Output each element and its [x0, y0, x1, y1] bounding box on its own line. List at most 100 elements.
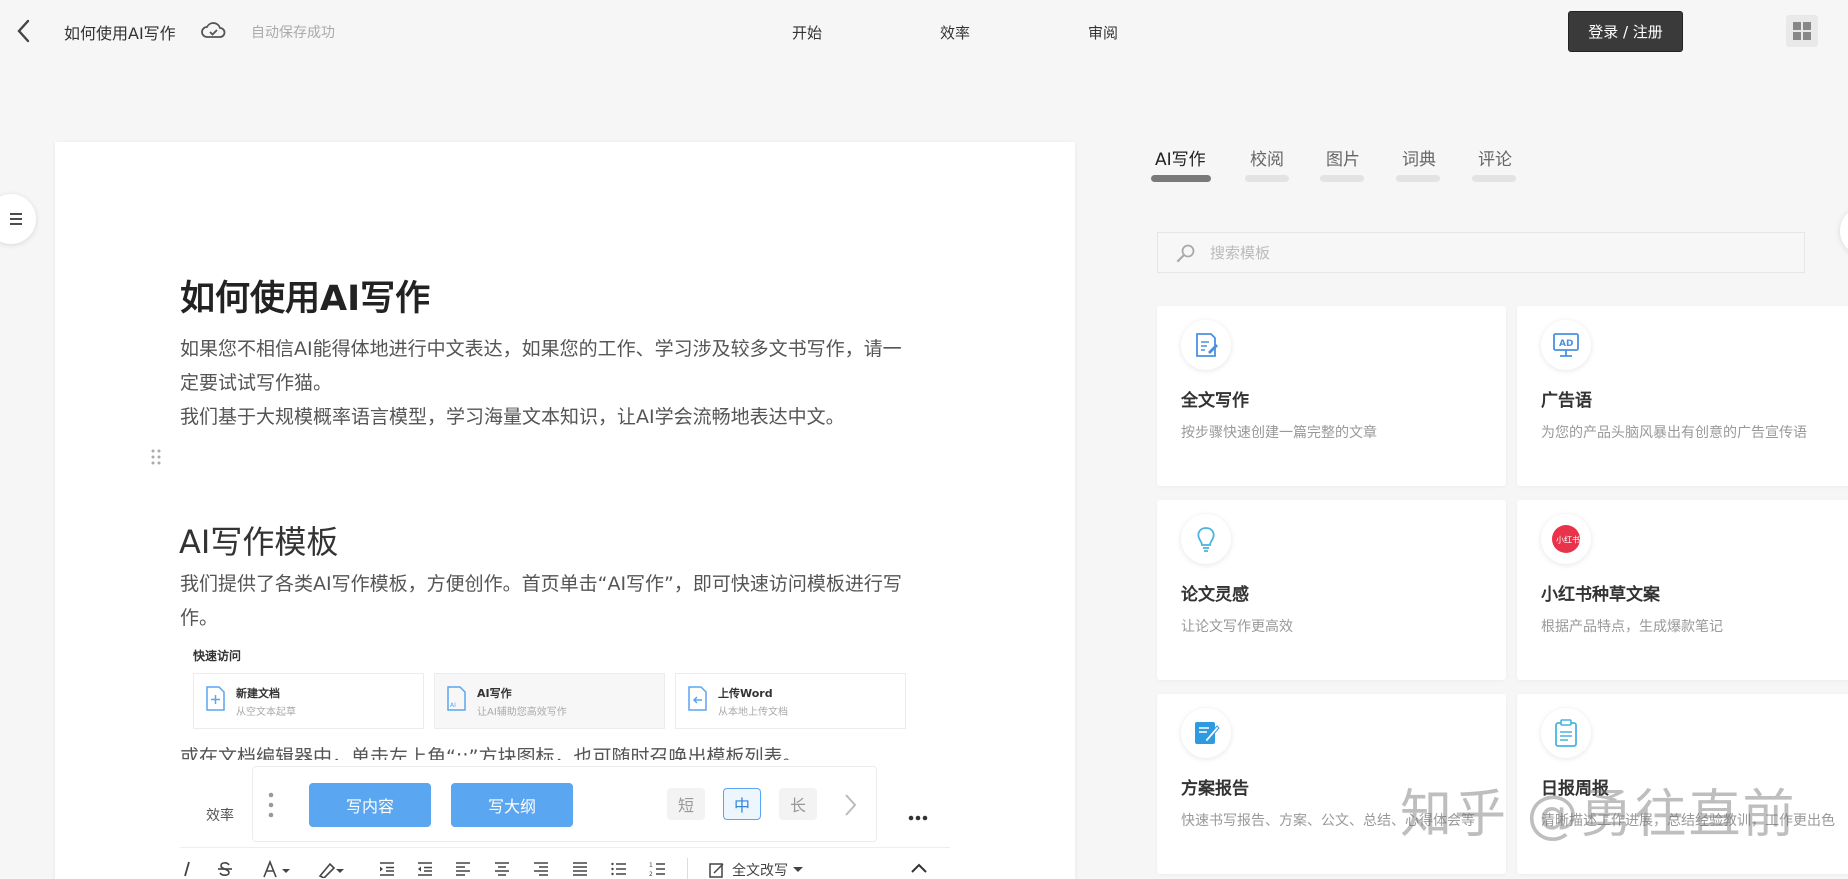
template-desc: 按步骤快速创建一篇完整的文章	[1181, 425, 1377, 441]
search-input[interactable]	[1210, 241, 1770, 265]
nav-review[interactable]: 审阅	[1088, 22, 1118, 43]
align-right-icon[interactable]	[532, 860, 550, 879]
apps-grid-icon[interactable]	[1786, 15, 1818, 47]
length-medium-button[interactable]: 中	[723, 788, 761, 820]
length-short-button[interactable]: 短	[667, 788, 705, 820]
paragraph-1-line-1[interactable]: 如果您不相信AI能得体地进行中文表达，如果您的工作、学习涉及较多文书写作，请一	[180, 332, 940, 366]
caret-down-icon	[793, 867, 803, 872]
template-card-xiaohongshu[interactable]: 小红书 小红书种草文案 根据产品特点，生成爆款笔记	[1517, 500, 1848, 680]
document-title[interactable]: 如何使用AI写作	[180, 270, 430, 321]
tab-images[interactable]: 图片	[1326, 145, 1360, 170]
svg-text:2: 2	[649, 871, 653, 878]
chevron-up-icon[interactable]	[910, 860, 928, 879]
panel-collapse-button[interactable]	[1840, 206, 1848, 256]
svg-text:AI: AI	[450, 702, 456, 709]
italic-icon[interactable]	[180, 860, 194, 879]
template-card-full-article[interactable]: 全文写作 按步骤快速创建一篇完整的文章	[1157, 306, 1506, 486]
qa-desc: 从本地上传文档	[718, 707, 788, 718]
section-title[interactable]: AI写作模板	[179, 517, 338, 563]
lightbulb-icon	[1181, 514, 1231, 564]
chevron-right-icon[interactable]	[840, 791, 860, 819]
align-justify-icon[interactable]	[571, 860, 589, 879]
quick-access-image: 快速访问 新建文档 从空文本起草 AI AI写作 让AI辅助您高效写作 上传Wo…	[193, 647, 923, 737]
clipboard-icon	[1541, 708, 1591, 758]
write-content-button[interactable]: 写内容	[309, 783, 431, 827]
quick-access-new-doc: 新建文档 从空文本起草	[193, 673, 424, 729]
numbered-list-icon[interactable]: 12	[649, 860, 667, 879]
login-register-button[interactable]: 登录 / 注册	[1568, 11, 1683, 52]
svg-text:AD: AD	[1559, 339, 1573, 349]
rewrite-all-label: 全文改写	[732, 863, 788, 879]
tab-proofread[interactable]: 校阅	[1250, 145, 1284, 170]
qa-desc: 从空文本起草	[236, 707, 296, 718]
quick-access-upload-word: 上传Word 从本地上传文档	[675, 673, 906, 729]
toolbar-separator	[687, 858, 688, 879]
search-icon	[1176, 243, 1196, 263]
save-status: 自动保存成功	[251, 25, 335, 41]
ad-board-icon: AD	[1541, 320, 1591, 370]
qa-name: 新建文档	[236, 687, 280, 700]
tab-comments[interactable]: 评论	[1478, 145, 1512, 170]
bullet-list-icon[interactable]	[610, 860, 628, 879]
back-arrow-icon[interactable]	[10, 16, 36, 46]
paragraph-1-line-2[interactable]: 定要试试写作猫。	[180, 366, 940, 400]
ai-doc-icon: AI	[445, 686, 467, 712]
tab-indicator	[1320, 175, 1364, 182]
qa-name: AI写作	[477, 687, 512, 700]
paragraph-2[interactable]: 我们基于大规模概率语言模型，学习海量文本知识，让AI学会流畅地表达中文。	[180, 400, 940, 434]
tab-indicator	[1396, 175, 1440, 182]
highlight-icon[interactable]	[316, 860, 348, 879]
upload-doc-icon	[686, 686, 708, 712]
paragraph-3-line-2[interactable]: 作。	[180, 601, 940, 635]
format-toolbar: 12 全文改写	[180, 858, 950, 879]
rewrite-all-dropdown[interactable]: 全文改写	[708, 860, 804, 879]
qa-desc: 让AI辅助您高效写作	[477, 707, 567, 718]
tab-dictionary[interactable]: 词典	[1402, 145, 1436, 170]
template-card-slogan[interactable]: AD 广告语 为您的产品头脑风暴出有创意的广告宣传语	[1517, 306, 1848, 486]
report-pen-icon	[1181, 708, 1231, 758]
nav-start[interactable]: 开始	[792, 22, 822, 43]
top-bar: 如何使用AI写作 自动保存成功 开始 效率 审阅 登录 / 注册	[0, 0, 1848, 62]
nav-efficiency[interactable]: 效率	[940, 22, 970, 43]
drag-handle-icon[interactable]	[150, 448, 162, 466]
align-left-icon[interactable]	[454, 860, 472, 879]
outline-toggle-button[interactable]	[0, 194, 36, 244]
template-card-paper-inspiration[interactable]: 论文灵感 让论文写作更高效	[1157, 500, 1506, 680]
svg-text:小红书: 小红书	[1556, 535, 1580, 545]
tab-indicator	[1245, 175, 1289, 182]
write-outline-button[interactable]: 写大纲	[451, 783, 573, 827]
strikethrough-icon[interactable]	[216, 860, 234, 879]
svg-text:1: 1	[649, 862, 653, 869]
indent-decrease-icon[interactable]	[416, 860, 434, 879]
length-long-button[interactable]: 长	[779, 788, 817, 820]
align-center-icon[interactable]	[493, 860, 511, 879]
template-title: 小红书种草文案	[1541, 585, 1660, 605]
paragraph-4[interactable]: 或在文档编辑器中，单击左上角“::”方块图标，也可随时召唤出模板列表。	[180, 740, 802, 760]
drag-dots-icon[interactable]	[267, 791, 275, 819]
tab-ai-writing[interactable]: AI写作	[1155, 145, 1206, 170]
quick-access-ai-writing: AI AI写作 让AI辅助您高效写作	[434, 673, 665, 729]
template-desc: 为您的产品头脑风暴出有创意的广告宣传语	[1541, 425, 1807, 441]
template-search	[1157, 232, 1805, 273]
template-desc: 根据产品特点，生成爆款笔记	[1541, 619, 1723, 635]
edit-doc-icon	[1181, 320, 1231, 370]
efficiency-label: 效率	[206, 808, 234, 824]
tab-indicator-active	[1151, 175, 1211, 182]
watermark: 知乎 @勇往直前	[1400, 785, 1797, 845]
toolbar-divider	[180, 847, 950, 848]
font-color-icon[interactable]	[262, 859, 294, 879]
tab-indicator	[1472, 175, 1516, 182]
menu-icon	[10, 213, 22, 225]
new-doc-icon	[204, 686, 226, 712]
qa-name: 上传Word	[718, 687, 773, 700]
doc-title[interactable]: 如何使用AI写作	[64, 20, 176, 44]
rewrite-icon	[709, 863, 724, 878]
more-options-icon[interactable]	[908, 808, 928, 821]
indent-increase-icon[interactable]	[378, 860, 396, 879]
ai-float-toolbar: 写内容 写大纲 短 中 长	[252, 766, 877, 842]
paragraph-3-line-1[interactable]: 我们提供了各类AI写作模板，方便创作。首页单击“AI写作”，即可快速访问模板进行…	[180, 567, 940, 601]
cloud-sync-icon	[200, 19, 226, 43]
template-title: 论文灵感	[1181, 585, 1249, 605]
quick-access-title: 快速访问	[193, 649, 242, 663]
xiaohongshu-icon: 小红书	[1541, 514, 1591, 564]
